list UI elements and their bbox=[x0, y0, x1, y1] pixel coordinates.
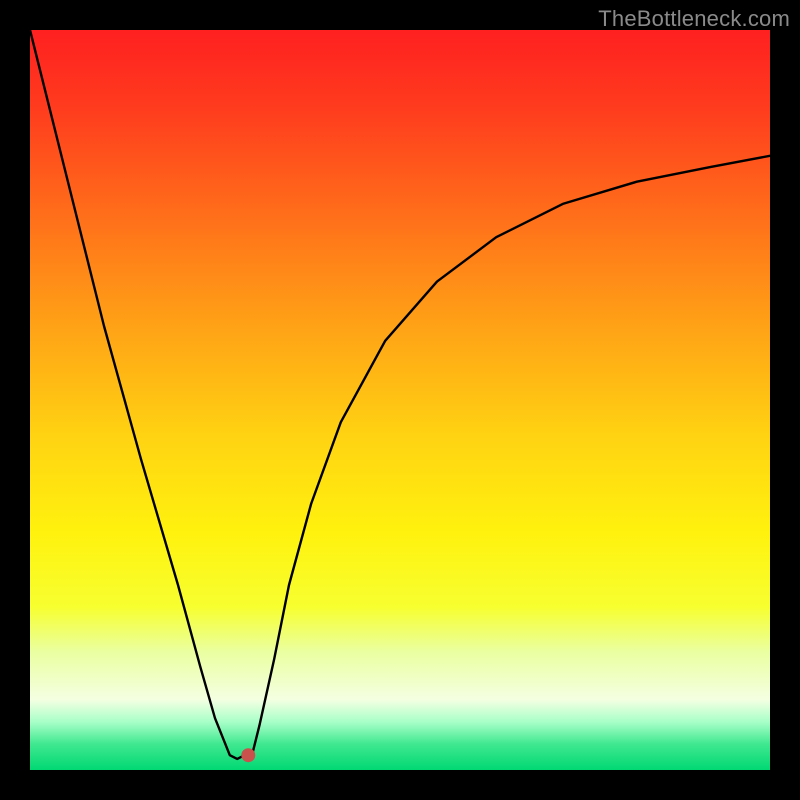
chart-background-gradient bbox=[30, 30, 770, 770]
chart-svg bbox=[30, 30, 770, 770]
chart-plot-area bbox=[30, 30, 770, 770]
optimal-point-marker bbox=[241, 748, 255, 762]
watermark-text: TheBottleneck.com bbox=[598, 6, 790, 32]
